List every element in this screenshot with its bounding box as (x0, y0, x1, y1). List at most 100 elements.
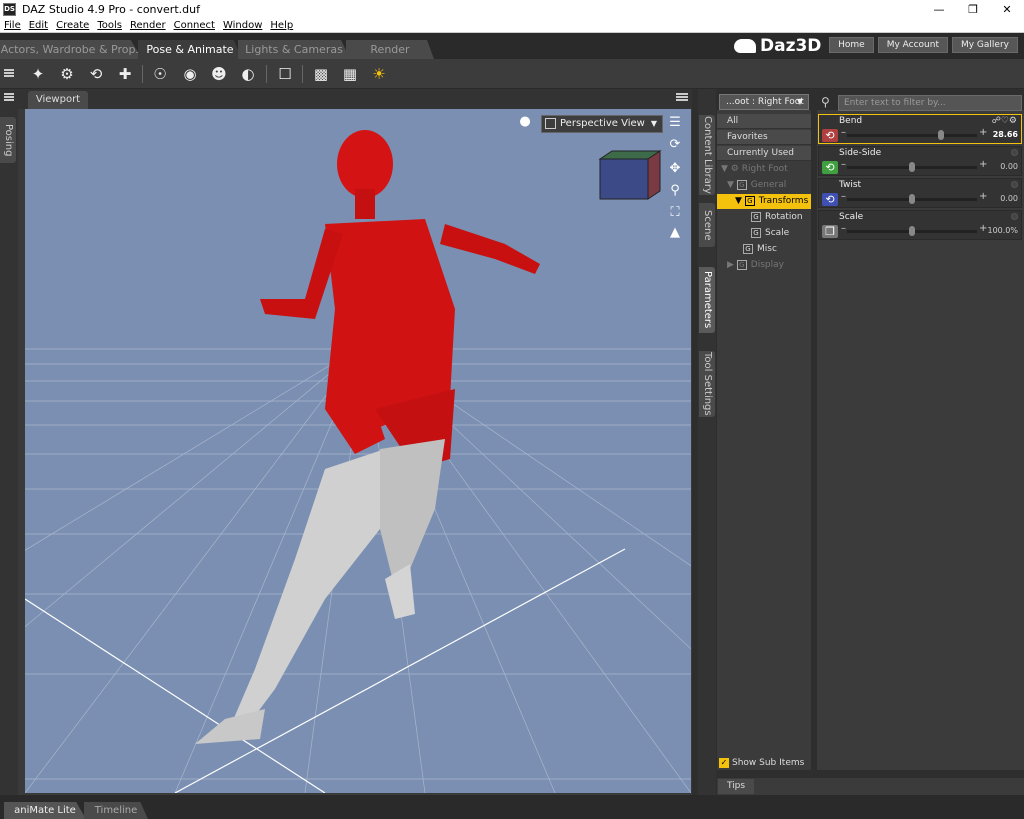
menu-connect[interactable]: Connect (173, 20, 216, 31)
menu-file[interactable]: File (3, 20, 22, 31)
tree-item-transforms[interactable]: ▼ G Transforms (717, 194, 811, 209)
daz3d-logo[interactable]: Daz3D (734, 36, 821, 56)
tab-pose-animate[interactable]: Pose & Animate (138, 40, 242, 59)
param-slider-thumb[interactable] (909, 162, 915, 172)
camera-icon[interactable]: ◐ (238, 64, 258, 84)
menu-edit[interactable]: Edit (28, 20, 49, 31)
param-value[interactable]: 0.00 (1000, 194, 1018, 203)
param-slider-track[interactable] (847, 134, 977, 137)
tree-item-display[interactable]: ▶ G Display (717, 258, 811, 273)
param-row-side-side[interactable]: Side-Side ⟲ – + 0.00 (818, 146, 1022, 176)
decrement-button[interactable]: – (841, 159, 846, 170)
figure-model[interactable] (195, 130, 540, 744)
viewport-options-icon[interactable]: ☰ (667, 115, 683, 131)
figure-icon[interactable]: ☻ (209, 64, 229, 84)
decrement-button[interactable]: – (841, 191, 846, 202)
increment-button[interactable]: + (979, 127, 987, 138)
tree-item-favorites[interactable]: Favorites (717, 130, 811, 145)
param-row-twist[interactable]: Twist ⟲ – + 0.00 (818, 178, 1022, 208)
tab-tips[interactable]: Tips (718, 779, 754, 794)
param-row-scale[interactable]: Scale ❐ – + 100.0% (818, 210, 1022, 240)
minimize-icon[interactable]: — (922, 0, 956, 18)
tree-item-misc[interactable]: G Misc (717, 242, 811, 257)
param-value[interactable]: 28.66 (993, 130, 1018, 139)
tab-lights-cameras[interactable]: Lights & Cameras (238, 40, 350, 59)
toolbar-menu-icon[interactable] (4, 69, 14, 77)
bottom-bar (0, 795, 1024, 819)
tab-tool-settings[interactable]: Tool Settings (699, 351, 715, 417)
orbit-icon[interactable]: ⟳ (667, 137, 683, 153)
filter-search-icon[interactable]: ⚲ (821, 95, 835, 109)
decrement-button[interactable]: – (841, 223, 846, 234)
tree-item-all[interactable]: All (717, 114, 811, 129)
param-row-bend[interactable]: Bend ⟲ – + 28.66 ☍♡⚙ (818, 114, 1022, 144)
chevron-down-icon: ▼ (796, 97, 803, 106)
tab-scene[interactable]: Scene (699, 203, 715, 247)
node-select-dropdown[interactable]: ...oot : Right Foot ▼ (719, 94, 809, 110)
pose-tool-icon[interactable]: ☐ (275, 64, 295, 84)
tree-item-right-foot[interactable]: ▼ ⚙ Right Foot (717, 162, 811, 177)
show-sub-items-checkbox[interactable]: ✓ Show Sub Items (719, 756, 811, 770)
node-select-tool-icon[interactable]: ✦ (28, 64, 48, 84)
tree-item-general[interactable]: ▼ G General (717, 178, 811, 193)
menu-render[interactable]: Render (129, 20, 167, 31)
aim-up-icon[interactable]: ▲ (667, 225, 683, 241)
bone-icon: ⚙ (730, 164, 739, 174)
tab-parameters[interactable]: Parameters (699, 267, 715, 333)
left-pane-menu-icon[interactable] (4, 93, 14, 101)
universal-tool-icon[interactable]: ⚙ (57, 64, 77, 84)
tab-timeline[interactable]: Timeline (84, 802, 148, 819)
geometry-tool-icon[interactable]: ▦ (340, 64, 360, 84)
param-slider-thumb[interactable] (937, 130, 944, 140)
power-pose-icon[interactable]: ☉ (150, 64, 170, 84)
tree-item-rotation[interactable]: G Rotation (717, 210, 811, 225)
link-heart-gear-icons[interactable]: ☍♡⚙ (992, 116, 1017, 126)
pan-icon[interactable]: ✥ (667, 161, 683, 177)
viewport[interactable]: ● Perspective View ▼ ☰ ⟳ ✥ ⚲ ⛶ ▲ (25, 109, 691, 793)
right-pane-menu-icon[interactable] (678, 93, 688, 101)
joint-editor-icon[interactable]: ◉ (180, 64, 200, 84)
draw-style-icon[interactable]: ● (517, 114, 533, 130)
param-slider-thumb[interactable] (909, 226, 915, 236)
spotlight-tool-icon[interactable]: ☀ (369, 64, 389, 84)
param-value[interactable]: 100.0% (987, 226, 1018, 235)
close-icon[interactable]: ✕ (990, 0, 1024, 18)
menu-tools[interactable]: Tools (96, 20, 123, 31)
tab-viewport[interactable]: Viewport (28, 91, 88, 109)
scale-icon: ❐ (822, 225, 838, 238)
menu-create[interactable]: Create (55, 20, 90, 31)
increment-button[interactable]: + (979, 191, 987, 202)
filter-input[interactable]: Enter text to filter by... (838, 95, 1022, 111)
surface-tool-icon[interactable]: ▩ (311, 64, 331, 84)
my-gallery-link[interactable]: My Gallery (951, 37, 1018, 53)
my-account-link[interactable]: My Account (877, 37, 948, 53)
increment-button[interactable]: + (979, 159, 987, 170)
side-tabs: Content Library Scene Parameters Tool Se… (698, 89, 716, 795)
tab-animate-lite[interactable]: aniMate Lite (4, 802, 86, 819)
increment-button[interactable]: + (979, 223, 987, 234)
param-slider-thumb[interactable] (909, 194, 915, 204)
perspective-view-select[interactable]: Perspective View ▼ (541, 115, 663, 133)
param-value[interactable]: 0.00 (1000, 162, 1018, 171)
rotate-tool-icon[interactable]: ⟲ (86, 64, 106, 84)
tab-render[interactable]: Render (346, 40, 434, 59)
zoom-icon[interactable]: ⚲ (667, 183, 683, 199)
tab-content-library[interactable]: Content Library (699, 115, 715, 195)
home-link[interactable]: Home (829, 37, 874, 53)
param-options-icon[interactable] (1011, 149, 1018, 156)
tab-posing[interactable]: Posing (0, 117, 16, 163)
restore-icon[interactable]: ❐ (956, 0, 990, 18)
frame-icon[interactable]: ⛶ (667, 205, 683, 221)
view-cube-icon[interactable] (598, 150, 662, 200)
tree-label: Transforms (758, 196, 809, 206)
param-options-icon[interactable] (1011, 213, 1018, 220)
menu-help[interactable]: Help (269, 20, 294, 31)
decrement-button[interactable]: – (841, 127, 846, 138)
tab-actors-wardrobe-props[interactable]: Actors, Wardrobe & Props (0, 40, 142, 59)
tree-item-scale[interactable]: G Scale (717, 226, 811, 241)
tree-item-currently-used[interactable]: Currently Used (717, 146, 811, 161)
translate-tool-icon[interactable]: ✚ (115, 64, 135, 84)
param-options-icon[interactable] (1011, 181, 1018, 188)
node-select-label: ...oot : Right Foot (726, 97, 804, 107)
menu-window[interactable]: Window (222, 20, 263, 31)
